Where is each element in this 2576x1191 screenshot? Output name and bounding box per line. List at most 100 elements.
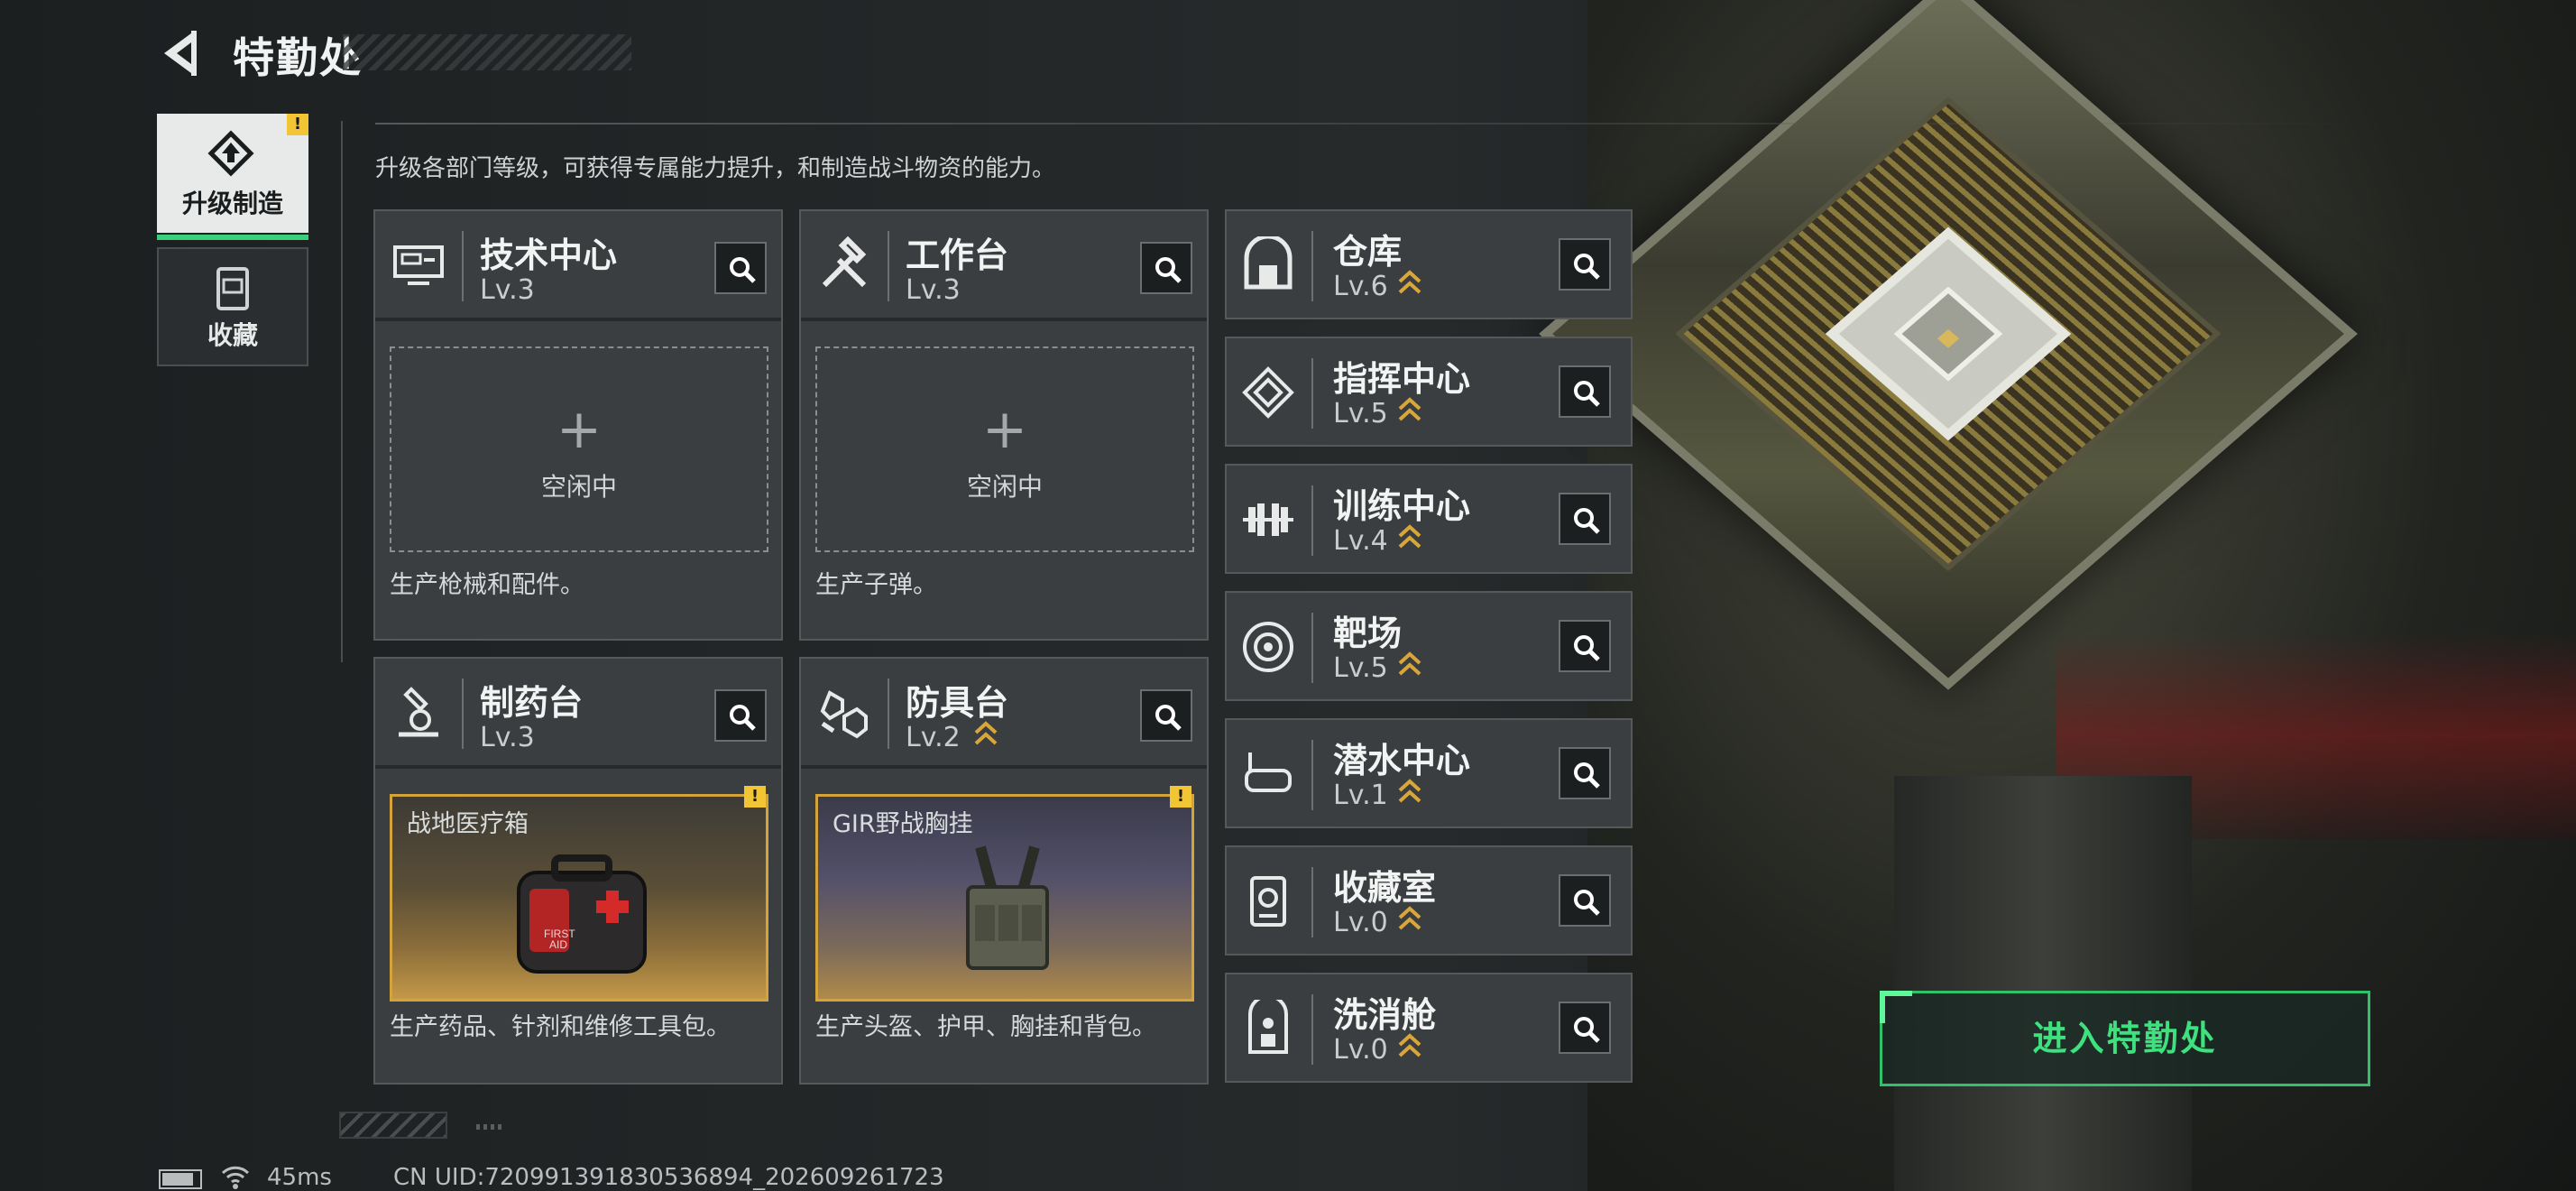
ping-value: 45ms bbox=[267, 1164, 332, 1191]
upgrade-available-icon bbox=[1398, 1033, 1421, 1057]
station-header[interactable]: 防具台 Lv.2 bbox=[801, 659, 1207, 769]
station-name: 制药台 bbox=[480, 683, 584, 723]
chest-rig-image bbox=[966, 845, 1049, 970]
department-level: Lv.0 bbox=[1333, 1034, 1388, 1066]
search-button[interactable] bbox=[1140, 242, 1192, 294]
wifi-icon bbox=[221, 1166, 250, 1189]
add-icon: + bbox=[981, 398, 1028, 461]
magnifier-icon bbox=[1155, 257, 1182, 283]
department-diving-center[interactable]: 潜水中心 Lv.1 bbox=[1225, 718, 1633, 828]
search-button[interactable] bbox=[1559, 620, 1611, 672]
magnifier-icon bbox=[1574, 254, 1600, 280]
alert-badge: ! bbox=[1170, 786, 1191, 808]
magnifier-icon bbox=[1574, 890, 1600, 916]
dash-decoration bbox=[476, 1124, 503, 1130]
screen: { "header": {"title": "特勤处"}, "sidebar":… bbox=[0, 0, 2576, 1191]
collection-room-icon bbox=[1250, 876, 1286, 927]
header-separator bbox=[1311, 867, 1313, 937]
search-button[interactable] bbox=[1559, 493, 1611, 545]
battery-icon bbox=[159, 1169, 202, 1189]
station-header[interactable]: 技术中心 Lv.3 bbox=[375, 211, 781, 321]
department-command-center[interactable]: 指挥中心 Lv.5 bbox=[1225, 337, 1633, 447]
department-name: 潜水中心 bbox=[1333, 741, 1471, 780]
upgrade-available-icon bbox=[1398, 524, 1421, 549]
header-separator bbox=[1311, 740, 1313, 810]
station-product-description: 生产药品、针剂和维修工具包。 bbox=[390, 1013, 731, 1041]
department-level: Lv.0 bbox=[1333, 907, 1388, 938]
station-name: 防具台 bbox=[906, 683, 1009, 723]
station-card-pharmacy: 制药台 Lv.3 战地医疗箱 FIRST AID ! 生产药品、针剂和维修工具包… bbox=[373, 657, 783, 1085]
department-decontamination[interactable]: 洗消舱 Lv.0 bbox=[1225, 973, 1633, 1083]
magnifier-icon bbox=[1574, 1017, 1600, 1043]
tab-collection[interactable]: 收藏 bbox=[157, 247, 308, 366]
header-separator bbox=[1311, 485, 1313, 556]
production-item-medkit[interactable]: 战地医疗箱 FIRST AID ! bbox=[390, 786, 768, 1002]
tab-upgrade-manufacture[interactable]: 升级制造 ! bbox=[157, 114, 308, 240]
search-button[interactable] bbox=[1559, 874, 1611, 927]
microscope-icon bbox=[399, 687, 438, 737]
back-arrow-icon[interactable] bbox=[159, 29, 204, 78]
header-separator bbox=[888, 231, 889, 301]
department-name: 收藏室 bbox=[1333, 868, 1437, 908]
section-description: 升级各部门等级，可获得专属能力提升，和制造战斗物资的能力。 bbox=[375, 155, 1056, 182]
magnifier-icon bbox=[1155, 705, 1182, 731]
department-collection-room[interactable]: 收藏室 Lv.0 bbox=[1225, 845, 1633, 956]
enter-special-ops-button[interactable]: 进入特勤处 bbox=[1880, 991, 2370, 1086]
department-level: Lv.5 bbox=[1333, 652, 1388, 684]
magnifier-icon bbox=[730, 705, 756, 731]
station-product-description: 生产枪械和配件。 bbox=[390, 571, 584, 599]
pillar bbox=[1894, 776, 2192, 1191]
medkit-label-aid: AID bbox=[549, 938, 567, 951]
department-name: 仓库 bbox=[1333, 232, 1403, 272]
upgrade-available-icon bbox=[1398, 779, 1421, 803]
alert-badge: ! bbox=[744, 786, 766, 808]
divider-vertical bbox=[341, 121, 343, 662]
production-slot-empty[interactable]: + 空闲中 bbox=[815, 346, 1194, 552]
alert-badge: ! bbox=[287, 114, 308, 135]
diving-mask-icon bbox=[1245, 752, 1292, 792]
upgrade-available-icon bbox=[1398, 906, 1421, 930]
department-warehouse[interactable]: 仓库 Lv.6 bbox=[1225, 209, 1633, 319]
production-item-chest-rig[interactable]: GIR野战胸挂 ! bbox=[815, 786, 1194, 1002]
header-separator bbox=[1311, 613, 1313, 683]
slot-status: 空闲中 bbox=[966, 472, 1043, 502]
upgrade-available-icon bbox=[1398, 270, 1421, 294]
department-level: Lv.5 bbox=[1333, 398, 1388, 429]
header-separator bbox=[1311, 358, 1313, 429]
department-level: Lv.6 bbox=[1333, 271, 1388, 302]
search-button[interactable] bbox=[714, 242, 767, 294]
search-button[interactable] bbox=[1559, 747, 1611, 799]
user-uid: CN UID:720991391830536894_202609261723 bbox=[393, 1164, 944, 1191]
hammer-wrench-icon bbox=[822, 236, 867, 288]
slot-status: 空闲中 bbox=[540, 472, 617, 502]
product-name: 战地医疗箱 bbox=[407, 810, 529, 838]
active-indicator bbox=[157, 235, 308, 240]
station-product-description: 生产头盔、护甲、胸挂和背包。 bbox=[815, 1013, 1156, 1041]
production-slot-empty[interactable]: + 空闲中 bbox=[390, 346, 768, 552]
search-button[interactable] bbox=[714, 689, 767, 742]
upgrade-available-icon bbox=[1398, 397, 1421, 421]
search-button[interactable] bbox=[1140, 689, 1192, 742]
department-name: 洗消舱 bbox=[1333, 995, 1437, 1035]
department-training-center[interactable]: 训练中心 Lv.4 bbox=[1225, 464, 1633, 574]
target-icon bbox=[1243, 622, 1293, 672]
search-button[interactable] bbox=[1559, 1002, 1611, 1054]
tab-label: 升级制造 bbox=[181, 189, 283, 218]
magnifier-icon bbox=[1574, 508, 1600, 534]
armor-icon bbox=[820, 690, 868, 739]
station-header[interactable]: 制药台 Lv.3 bbox=[375, 659, 781, 769]
department-level: Lv.4 bbox=[1333, 525, 1388, 557]
station-product-description: 生产子弹。 bbox=[815, 571, 937, 599]
divider-horizontal bbox=[375, 123, 2378, 125]
header-separator bbox=[1311, 231, 1313, 301]
department-name: 指挥中心 bbox=[1333, 359, 1471, 399]
tab-label: 收藏 bbox=[207, 320, 258, 350]
department-shooting-range[interactable]: 靶场 Lv.5 bbox=[1225, 591, 1633, 701]
search-button[interactable] bbox=[1559, 365, 1611, 418]
upgrade-available-icon bbox=[1398, 651, 1421, 676]
station-name: 工作台 bbox=[906, 235, 1009, 275]
department-name: 训练中心 bbox=[1333, 486, 1471, 526]
magnifier-icon bbox=[1574, 762, 1600, 789]
station-header[interactable]: 工作台 Lv.3 bbox=[801, 211, 1207, 321]
search-button[interactable] bbox=[1559, 238, 1611, 291]
